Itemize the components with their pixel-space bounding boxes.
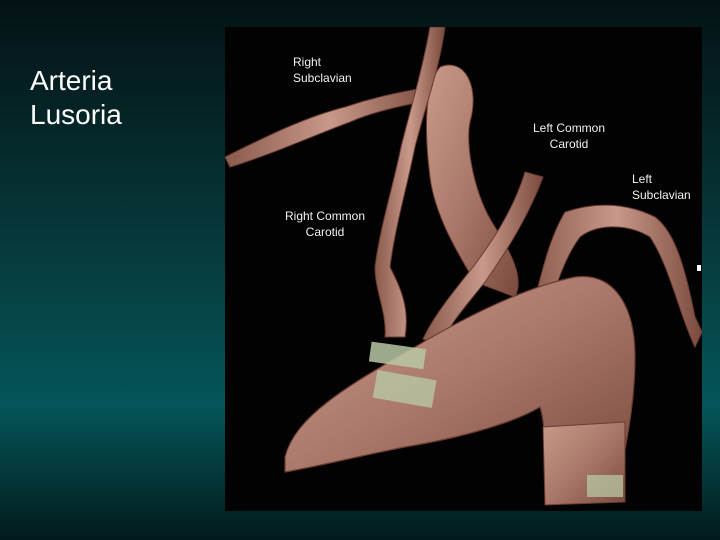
retroesophageal-segment [426, 64, 519, 298]
left-common-carotid-label: Left Common Carotid [533, 121, 606, 151]
ct-angiography-image: Right Subclavian Left Common Carotid Lef… [225, 27, 702, 511]
aortic-arch-rendering [225, 27, 702, 506]
right-common-carotid-label: Right Common Carotid [285, 209, 366, 239]
left-subclavian-label: Left Subclavian [632, 172, 691, 202]
calcification-patch [587, 475, 623, 497]
slide-title: Arteria Lusoria [30, 65, 122, 130]
right-subclavian-label: Right Subclavian [293, 55, 352, 85]
edge-marker [697, 265, 701, 271]
